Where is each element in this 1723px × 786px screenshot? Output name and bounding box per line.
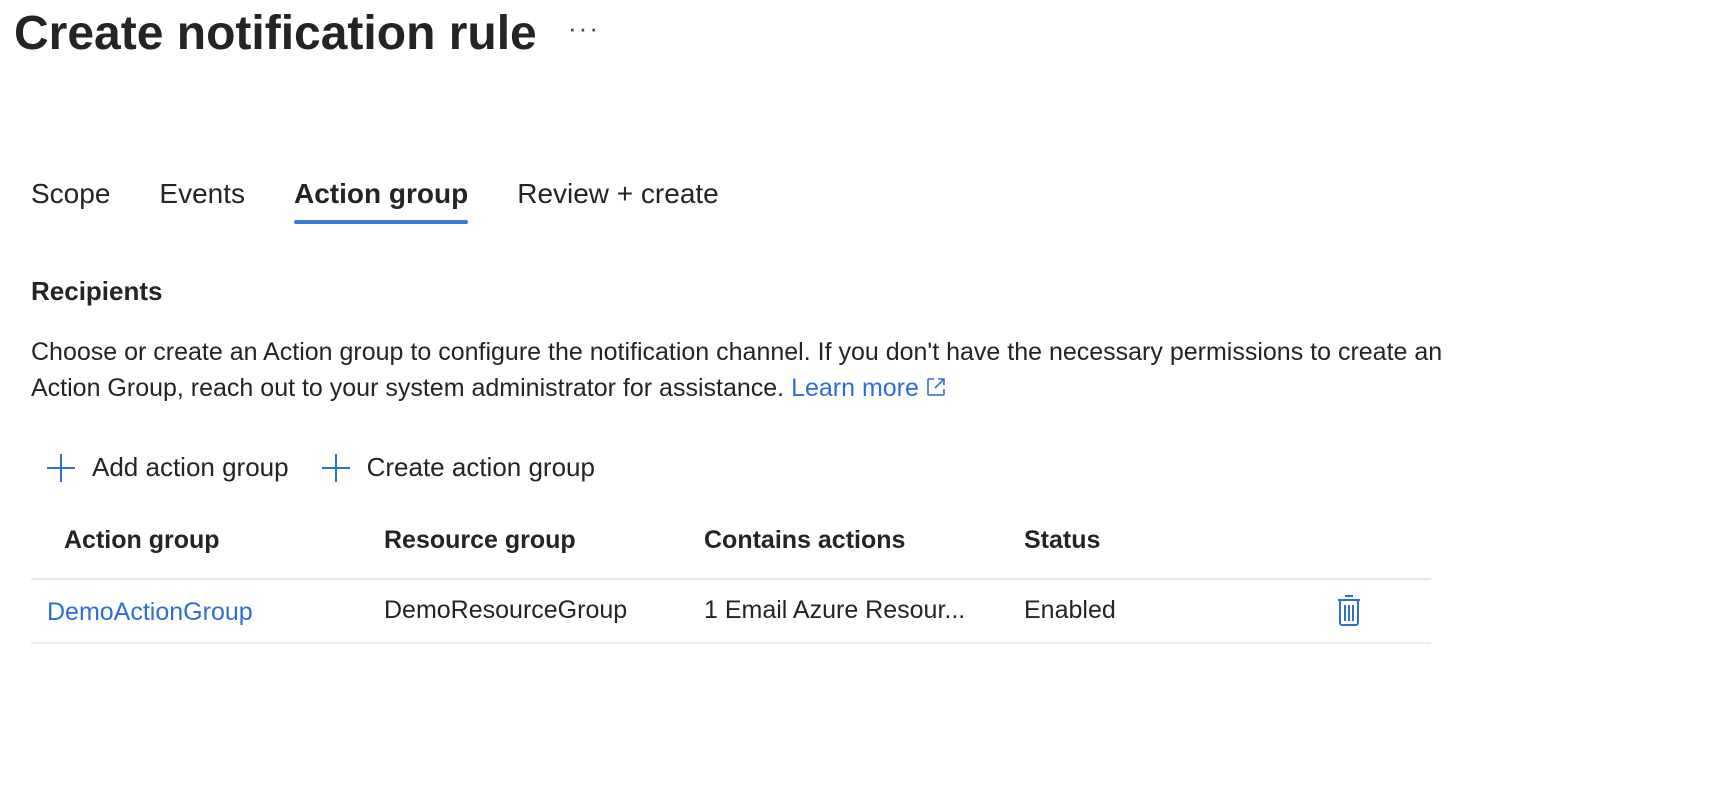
description-text: Choose or create an Action group to conf…: [31, 338, 1443, 402]
table-header: Action group Resource group Contains act…: [31, 518, 1431, 580]
wizard-tabs: Scope Events Action group Review + creat…: [31, 178, 768, 224]
external-link-icon: [925, 372, 947, 408]
add-action-group-button[interactable]: Add action group: [46, 452, 289, 483]
delete-button[interactable]: [1335, 594, 1363, 633]
trash-icon: [1335, 595, 1363, 632]
tab-events[interactable]: Events: [159, 178, 245, 224]
recipients-heading: Recipients: [31, 276, 163, 306]
plus-icon: [321, 453, 351, 483]
action-group-link[interactable]: DemoActionGroup: [47, 598, 253, 627]
create-action-group-button[interactable]: Create action group: [321, 452, 595, 483]
contains-actions-cell: 1 Email Azure Resour...: [704, 596, 966, 624]
action-toolbar: Add action group Create action group: [46, 452, 627, 483]
column-header-status[interactable]: Status: [1024, 526, 1100, 555]
page-title: Create notification rule: [14, 7, 537, 60]
tab-action-group[interactable]: Action group: [294, 178, 469, 224]
table-row: DemoActionGroup DemoResourceGroup 1 Emai…: [31, 580, 1431, 644]
learn-more-label: Learn more: [791, 374, 919, 402]
status-cell: Enabled: [1024, 596, 1116, 624]
plus-icon: [46, 453, 76, 483]
resource-group-cell: DemoResourceGroup: [384, 596, 628, 624]
column-header-resource-group[interactable]: Resource group: [384, 526, 576, 555]
column-header-action-group[interactable]: Action group: [64, 526, 220, 555]
create-action-group-label: Create action group: [366, 452, 595, 482]
recipients-description: Choose or create an Action group to conf…: [31, 334, 1451, 408]
column-header-contains-actions[interactable]: Contains actions: [704, 526, 905, 555]
page: Create notification rule ··· Scope Event…: [0, 0, 1723, 786]
add-action-group-label: Add action group: [92, 452, 289, 482]
learn-more-link[interactable]: Learn more: [791, 374, 947, 402]
action-group-table: Action group Resource group Contains act…: [31, 518, 1431, 644]
tab-review-create[interactable]: Review + create: [517, 178, 719, 224]
more-options-button[interactable]: ···: [568, 15, 600, 41]
tab-scope[interactable]: Scope: [31, 178, 110, 224]
